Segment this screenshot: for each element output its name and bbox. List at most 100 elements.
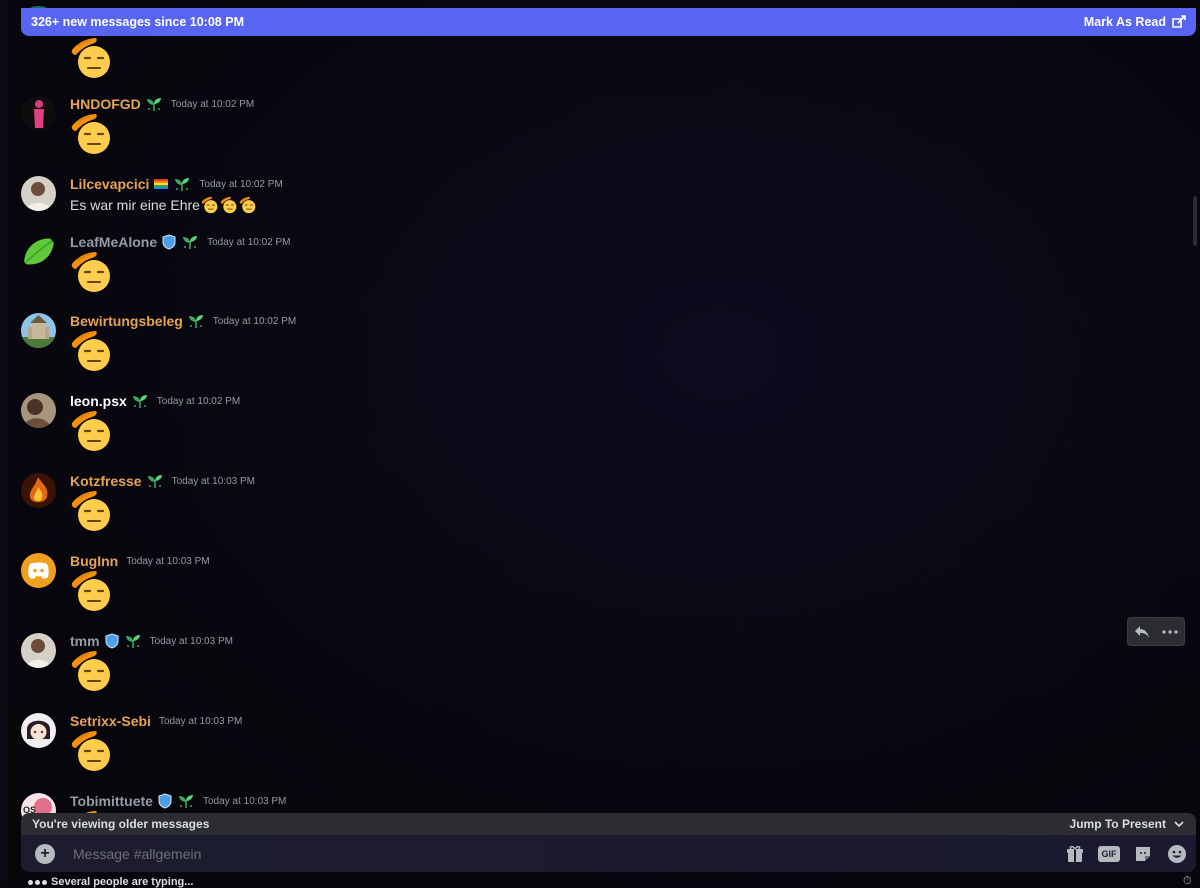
message-header: Tobimittuete Today at 10:03 PM	[70, 793, 286, 809]
username[interactable]: leon.psx	[70, 393, 127, 409]
chevron-down-icon	[1174, 820, 1184, 827]
message-header: tmm Today at 10:03 PM	[70, 633, 233, 649]
message-item: LeafMeAlone Today at 10:02 PM	[21, 234, 1121, 314]
username[interactable]: tmm	[70, 633, 100, 649]
message-header: Lilcevapcici Today at 10:02 PM	[70, 176, 283, 192]
sprout-badge-icon	[177, 793, 195, 809]
avatar[interactable]	[21, 176, 56, 211]
username[interactable]: BugInn	[70, 553, 118, 569]
emoji-smile-icon	[1168, 844, 1186, 863]
avatar[interactable]	[21, 553, 56, 588]
message-timestamp[interactable]: Today at 10:02 PM	[213, 316, 296, 327]
saluting-face-emoji-icon	[70, 250, 114, 294]
saluting-face-emoji-icon	[70, 649, 114, 693]
avatar[interactable]	[21, 96, 56, 131]
saluting-face-emoji-icon	[70, 329, 114, 373]
username[interactable]: HNDOFGD	[70, 96, 141, 112]
scrollbar[interactable]	[1193, 36, 1197, 816]
saluting-face-emoji-icon	[70, 729, 114, 773]
gif-icon: GIF	[1098, 845, 1120, 862]
message-header: BugInn Today at 10:03 PM	[70, 553, 210, 569]
message-header: Setrixx-Sebi Today at 10:03 PM	[70, 713, 242, 729]
message-timestamp[interactable]: Today at 10:03 PM	[203, 796, 286, 807]
reply-icon[interactable]	[1134, 625, 1150, 639]
sprout-badge-icon	[146, 473, 164, 489]
shield-badge-icon	[104, 633, 120, 649]
message-text: Es war mir eine Ehre	[70, 197, 200, 213]
message-item: Bewirtungsbeleg Today at 10:02 PM	[21, 313, 1121, 393]
older-messages-label: You're viewing older messages	[32, 817, 210, 831]
typing-dots-icon	[28, 879, 47, 885]
username[interactable]: Setrixx-Sebi	[70, 713, 151, 729]
scrollbar-thumb[interactable]	[1193, 196, 1197, 246]
message-header: Kotzfresse Today at 10:03 PM	[70, 473, 255, 489]
message-timestamp[interactable]: Today at 10:02 PM	[199, 179, 282, 190]
add-attachment-button[interactable]: +	[35, 843, 55, 864]
more-options-icon[interactable]	[1162, 629, 1178, 634]
username[interactable]: Bewirtungsbeleg	[70, 313, 183, 329]
message-item: BugInn Today at 10:03 PM	[21, 553, 1121, 633]
sticker-icon	[1136, 846, 1150, 861]
mark-read-icon	[1172, 15, 1186, 28]
message-item: leon.psx Today at 10:02 PM	[21, 393, 1121, 473]
message-header: LeafMeAlone Today at 10:02 PM	[70, 234, 291, 250]
shield-badge-icon	[157, 793, 173, 809]
avatar[interactable]	[21, 473, 56, 508]
saluting-face-emoji-icon	[70, 569, 114, 613]
sprout-badge-icon	[124, 633, 142, 649]
message-timestamp[interactable]: Today at 10:03 PM	[159, 716, 242, 727]
avatar[interactable]	[21, 633, 56, 668]
mark-as-read-button[interactable]: Mark As Read	[1084, 15, 1186, 29]
mark-as-read-label: Mark As Read	[1083, 15, 1166, 29]
sprout-badge-icon	[173, 176, 191, 192]
typing-indicator: Several people are typing...	[28, 876, 193, 888]
message-hover-actions	[1127, 617, 1185, 646]
older-messages-bar: You're viewing older messages Jump To Pr…	[21, 813, 1196, 835]
message-content: Es war mir eine Ehre	[70, 196, 257, 214]
shield-badge-icon	[161, 234, 177, 250]
username[interactable]: Tobimittuete	[70, 793, 153, 809]
message-timestamp[interactable]: Today at 10:02 PM	[157, 396, 240, 407]
new-messages-banner[interactable]: 326+ new messages since 10:08 PM Mark As…	[21, 8, 1196, 36]
sticker-button[interactable]	[1132, 843, 1154, 865]
saluting-face-emoji-icon	[70, 112, 114, 156]
sprout-badge-icon	[187, 313, 205, 329]
avatar[interactable]	[21, 713, 56, 748]
saluting-face-emoji-icon	[201, 196, 219, 214]
username[interactable]: Lilcevapcici	[70, 176, 149, 192]
sprout-badge-icon	[131, 393, 149, 409]
gift-icon	[1067, 845, 1083, 862]
saluting-face-emoji-icon	[70, 409, 114, 453]
message-timestamp[interactable]: Today at 10:03 PM	[172, 476, 255, 487]
saluting-face-emoji-icon	[70, 36, 114, 80]
message-timestamp[interactable]: Today at 10:02 PM	[171, 99, 254, 110]
message-timestamp[interactable]: Today at 10:03 PM	[126, 556, 209, 567]
saluting-face-emoji-icon	[220, 196, 238, 214]
gif-button[interactable]: GIF	[1098, 843, 1120, 865]
message-item: Kotzfresse Today at 10:03 PM	[21, 473, 1121, 553]
gift-button[interactable]	[1064, 843, 1086, 865]
sprout-badge-icon	[181, 234, 199, 250]
message-timestamp[interactable]: Today at 10:03 PM	[150, 636, 233, 647]
saluting-face-emoji-icon	[239, 196, 257, 214]
username[interactable]: Kotzfresse	[70, 473, 142, 489]
username[interactable]: LeafMeAlone	[70, 234, 157, 250]
message-timestamp[interactable]: Today at 10:02 PM	[207, 237, 290, 248]
message-item: Setrixx-Sebi Today at 10:03 PM	[21, 713, 1121, 793]
message-list: HNDOFGD Today at 10:02 PM Lilcevapcici Tod…	[0, 0, 1190, 887]
avatar[interactable]	[21, 313, 56, 348]
plus-icon: +	[40, 844, 50, 862]
message-header: Bewirtungsbeleg Today at 10:02 PM	[70, 313, 296, 329]
sprout-badge-icon	[145, 96, 163, 112]
avatar[interactable]	[21, 234, 56, 269]
message-header: leon.psx Today at 10:02 PM	[70, 393, 240, 409]
emoji-button[interactable]	[1166, 843, 1188, 865]
new-messages-label: 326+ new messages since 10:08 PM	[31, 15, 244, 29]
message-input[interactable]	[71, 844, 1064, 863]
jump-to-present-button[interactable]: Jump To Present	[1070, 817, 1184, 831]
avatar[interactable]	[21, 393, 56, 428]
typing-text: Several people are typing...	[51, 876, 194, 888]
slowmode-timer-icon: ⏱	[1183, 875, 1192, 887]
message-item: tmm Today at 10:03 PM	[21, 633, 1121, 713]
message-composer: + GIF	[21, 835, 1196, 872]
